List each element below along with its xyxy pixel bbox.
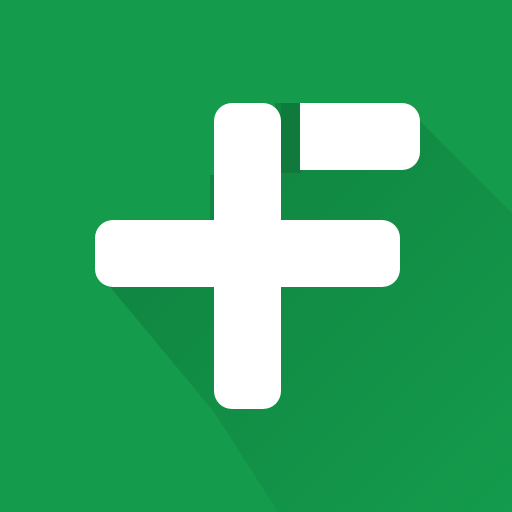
plus-f-logo-icon	[0, 0, 512, 512]
notch-accent	[281, 103, 301, 173]
app-icon-tile	[0, 0, 512, 512]
